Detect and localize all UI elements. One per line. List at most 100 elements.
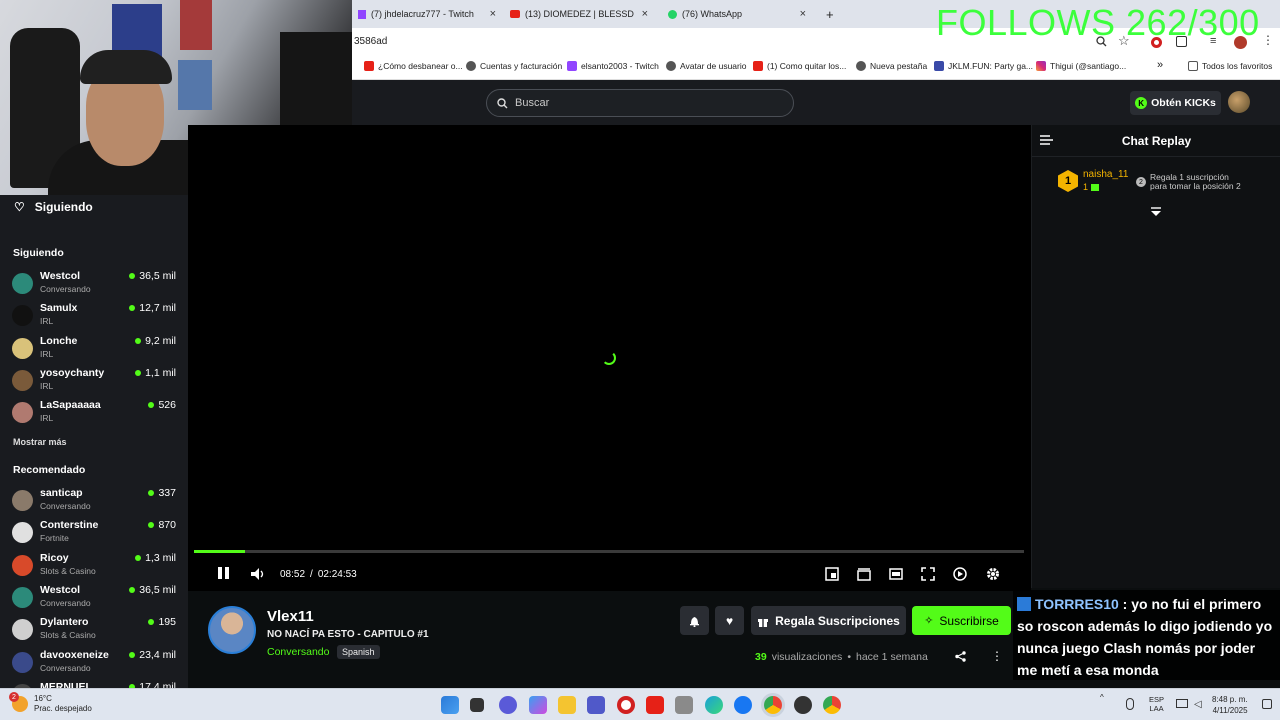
app-icon[interactable] <box>675 696 693 714</box>
edge-icon[interactable] <box>705 696 723 714</box>
sidebar-channel-item[interactable]: santicap Conversando 337 <box>12 487 176 517</box>
viewer-count: 337 <box>148 487 176 499</box>
file-explorer-icon[interactable] <box>558 696 576 714</box>
viewer-count: 36,5 mil <box>129 270 176 282</box>
time-display: 08:52 / 02:24:53 <box>280 569 357 580</box>
opera-icon[interactable] <box>617 696 635 714</box>
bookmark-label: JKLM.FUN: Party ga... <box>948 61 1034 71</box>
address-text[interactable]: 3586ad <box>354 36 387 47</box>
more-options-icon[interactable]: ⋮ <box>991 649 1003 663</box>
mini-player-icon[interactable] <box>825 567 839 581</box>
channel-name: MERNUEL <box>40 680 92 688</box>
teams-icon[interactable] <box>587 696 605 714</box>
copilot-icon[interactable] <box>529 696 547 714</box>
subscribe-button[interactable]: ✧ Suscribirse <box>912 606 1011 635</box>
gift-subs-button[interactable]: Regala Suscripciones <box>751 606 906 635</box>
bookmark-item[interactable]: elsanto2003 - Twitch <box>567 61 659 71</box>
volume-icon[interactable]: ◁ <box>1194 699 1202 710</box>
get-kicks-button[interactable]: K Obtén KICKs <box>1130 91 1221 115</box>
gift-leaderboard[interactable]: 1 naisha_11 1 2 Regala 1 suscripción par… <box>1032 161 1280 192</box>
chrome-profile-icon[interactable] <box>794 696 812 714</box>
viewer-count-value: 870 <box>158 519 176 532</box>
close-icon[interactable]: × <box>642 8 648 20</box>
gift-subs-label: Regala Suscripciones <box>775 613 900 628</box>
new-tab-button[interactable]: + <box>820 3 840 25</box>
weather-widget[interactable]: 2 16°C Prac. despejado <box>9 692 92 714</box>
follows-goal-overlay: FOLLOWS 262/300 <box>936 2 1260 43</box>
more-icon[interactable]: ⋮ <box>1262 33 1274 47</box>
lang-line1: ESP <box>1149 695 1165 704</box>
stream-category[interactable]: Conversando <box>267 646 329 658</box>
clip-icon[interactable] <box>857 567 871 581</box>
scroll-to-bottom-icon[interactable] <box>1151 207 1161 217</box>
browser-tab-twitch[interactable]: (7) jhdelacruz777 - Twitch × <box>352 3 502 25</box>
facebook-icon[interactable] <box>734 696 752 714</box>
notification-bell-button[interactable] <box>680 606 709 635</box>
bookmark-item[interactable]: Nueva pestaña <box>856 61 927 71</box>
share-icon[interactable] <box>955 651 966 662</box>
pause-button[interactable] <box>218 567 232 581</box>
sidebar-channel-item[interactable]: Dylantero Slots & Casino 195 <box>12 616 176 646</box>
show-more-link[interactable]: Mostrar más <box>13 437 67 447</box>
view-stats: 39 visualizaciones • hace 1 semana <box>755 651 928 663</box>
sidebar-channel-item[interactable]: Ricoy Slots & Casino 1,3 mil <box>12 552 176 582</box>
bookmark-item[interactable]: ¿Cómo desbanear o... <box>364 61 463 71</box>
bookmark-item[interactable]: Thigui (@santiago... <box>1036 61 1126 71</box>
browser-tab-whatsapp[interactable]: (76) WhatsApp × <box>662 3 812 25</box>
bookmark-label: elsanto2003 - Twitch <box>581 61 659 71</box>
viewer-count: 17,4 mil <box>129 681 176 688</box>
language-badge[interactable]: Spanish <box>337 645 380 659</box>
bookmarks-overflow[interactable]: » <box>1157 59 1163 71</box>
bookmark-item[interactable]: (1) Como quitar los... <box>753 61 846 71</box>
sidebar-channel-item[interactable]: yosoychanty IRL 1,1 mil <box>12 367 176 397</box>
input-language[interactable]: ESP LAA <box>1149 695 1164 713</box>
sidebar-channel-item[interactable]: Conterstine Fortnite 870 <box>12 519 176 549</box>
bookmark-item[interactable]: Avatar de usuario <box>666 61 746 71</box>
sidebar-channel-item[interactable]: Westcol Conversando 36,5 mil <box>12 270 176 300</box>
sidebar-channel-item[interactable]: Lonche IRL 9,2 mil <box>12 335 176 365</box>
tray-chevron[interactable]: ^ <box>1100 693 1104 702</box>
sidebar-channel-item[interactable]: MERNUEL 17,4 mil <box>12 681 176 688</box>
weather-condition: Prac. despejado <box>34 704 92 713</box>
teams-chat-icon[interactable] <box>499 696 517 714</box>
channel-avatar[interactable] <box>208 606 256 654</box>
bookmark-item[interactable]: JKLM.FUN: Party ga... <box>934 61 1033 71</box>
theater-mode-icon[interactable] <box>889 567 903 581</box>
leaderboard-user[interactable]: naisha_11 <box>1083 169 1128 180</box>
follow-heart-button[interactable]: ♥ <box>715 606 744 635</box>
channel-name[interactable]: Vlex11 <box>267 608 314 625</box>
chrome-icon[interactable] <box>764 696 782 714</box>
chrome-icon[interactable] <box>823 696 841 714</box>
fullscreen-icon[interactable] <box>921 567 935 581</box>
clock[interactable]: 8:48 p. m. 4/11/2025 <box>1212 694 1248 716</box>
video-player[interactable]: 08:52 / 02:24:53 <box>188 125 1031 591</box>
channel-avatar <box>12 337 33 359</box>
progress-bar[interactable] <box>194 550 1024 553</box>
all-favorites[interactable]: Todos los favoritos <box>1188 61 1272 71</box>
youtube-icon[interactable] <box>646 696 664 714</box>
sidebar-following-header[interactable]: ♡ Siguiendo <box>14 200 93 214</box>
volume-icon[interactable] <box>250 567 266 581</box>
viewer-count: 23,4 mil <box>129 649 176 661</box>
browser-tab-youtube[interactable]: (13) DIOMEDEZ | BLESSD × <box>504 3 654 25</box>
network-icon[interactable] <box>1176 699 1188 708</box>
sidebar-channel-item[interactable]: Westcol Conversando 36,5 mil <box>12 584 176 614</box>
sidebar-channel-item[interactable]: Samulx IRL 12,7 mil <box>12 302 176 332</box>
viewer-count-value: 526 <box>158 399 176 412</box>
bookmark-label: ¿Cómo desbanear o... <box>378 61 463 71</box>
microphone-icon[interactable] <box>1126 698 1134 710</box>
task-view-icon[interactable] <box>470 698 484 712</box>
start-icon[interactable] <box>441 696 459 714</box>
close-icon[interactable]: × <box>490 8 496 20</box>
sidebar-channel-item[interactable]: LaSapaaaaa IRL 526 <box>12 399 176 429</box>
sidebar-channel-item[interactable]: davooxeneize Conversando 23,4 mil <box>12 649 176 679</box>
close-icon[interactable]: × <box>800 8 806 20</box>
settings-gear-icon[interactable] <box>986 567 1000 581</box>
user-avatar[interactable] <box>1228 91 1250 113</box>
bookmark-item[interactable]: Cuentas y facturación <box>466 61 562 71</box>
notifications-icon[interactable] <box>1262 699 1272 709</box>
channel-category: IRL <box>40 380 54 391</box>
search-input[interactable]: Buscar <box>486 89 794 117</box>
playback-speed-icon[interactable] <box>953 567 967 581</box>
whatsapp-icon <box>668 9 677 19</box>
